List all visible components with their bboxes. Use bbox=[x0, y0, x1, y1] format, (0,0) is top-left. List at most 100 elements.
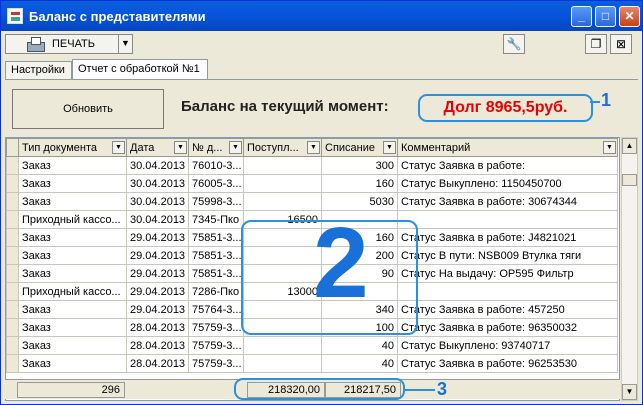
row-indicator[interactable] bbox=[6, 210, 19, 229]
tab-settings[interactable]: Настройки bbox=[5, 61, 72, 79]
date-cell[interactable]: 29.04.2013 bbox=[126, 246, 189, 265]
doc-number-cell[interactable]: 75998-3... bbox=[188, 192, 244, 211]
column-header[interactable]: Тип документа ▼ bbox=[18, 138, 127, 157]
doc-type-cell[interactable]: Заказ bbox=[18, 336, 127, 355]
expense-cell[interactable]: 40 bbox=[321, 354, 398, 373]
comment-cell[interactable]: Статус Выкуплено: 1150450700 bbox=[397, 174, 618, 193]
minimize-button[interactable]: _ bbox=[571, 6, 592, 27]
doc-number-cell[interactable]: 75759-3... bbox=[188, 354, 244, 373]
close-window-icon[interactable]: ⊠ bbox=[610, 34, 632, 54]
row-indicator[interactable] bbox=[6, 336, 19, 355]
annotation-connector-1 bbox=[590, 101, 600, 103]
table-row[interactable]: Заказ 30.04.2013 76005-3... 160 Статус Выкуп… bbox=[6, 174, 618, 193]
doc-type-cell[interactable]: Заказ bbox=[18, 318, 127, 337]
row-indicator[interactable] bbox=[6, 228, 19, 247]
tab-report[interactable]: Отчет с обработкой №1 bbox=[72, 59, 208, 79]
doc-number-cell[interactable]: 7345-Пко bbox=[188, 210, 244, 229]
scroll-down-icon[interactable]: ▼ bbox=[622, 384, 637, 400]
row-indicator[interactable] bbox=[6, 264, 19, 283]
dropdown-icon: ▼ bbox=[229, 141, 242, 154]
dropdown-icon: ▼ bbox=[307, 141, 320, 154]
close-button[interactable]: ✕ bbox=[619, 6, 640, 27]
table-row[interactable]: Заказ 28.04.2013 75759-3... 40 Статус Заявка… bbox=[6, 354, 618, 373]
row-indicator[interactable] bbox=[6, 156, 19, 175]
comment-cell[interactable]: Статус Выкуплено: 93740717 bbox=[397, 336, 618, 355]
doc-type-cell[interactable]: Приходный кассо... bbox=[18, 282, 127, 301]
date-cell[interactable]: 29.04.2013 bbox=[126, 300, 189, 319]
doc-type-cell[interactable]: Заказ bbox=[18, 264, 127, 283]
scroll-up-icon[interactable]: ▲ bbox=[622, 138, 637, 154]
income-cell[interactable] bbox=[243, 354, 322, 373]
comment-cell[interactable]: Статус На выдачу: OP595 Фильтр bbox=[397, 264, 618, 283]
print-button[interactable]: ПЕЧАТЬ ▼ bbox=[5, 34, 133, 54]
date-cell[interactable]: 28.04.2013 bbox=[126, 318, 189, 337]
settings-tool-icon[interactable]: 🔧 bbox=[503, 34, 525, 54]
row-indicator[interactable] bbox=[6, 300, 19, 319]
date-cell[interactable]: 30.04.2013 bbox=[126, 174, 189, 193]
date-cell[interactable]: 29.04.2013 bbox=[126, 264, 189, 283]
income-cell[interactable] bbox=[243, 174, 322, 193]
table-row[interactable]: Заказ 30.04.2013 75998-3... 5030 Статус Заяв… bbox=[6, 192, 618, 211]
date-cell[interactable]: 30.04.2013 bbox=[126, 210, 189, 229]
column-header[interactable]: Комментарий ▼ bbox=[397, 138, 618, 157]
refresh-button[interactable]: Обновить bbox=[12, 89, 164, 129]
date-cell[interactable]: 29.04.2013 bbox=[126, 228, 189, 247]
comment-cell[interactable]: Статус Заявка в работе: 30674344 bbox=[397, 192, 618, 211]
comment-cell[interactable] bbox=[397, 210, 618, 229]
doc-number-cell[interactable]: 75851-3... bbox=[188, 264, 244, 283]
comment-cell[interactable]: Статус Заявка в работе: 96253530 bbox=[397, 354, 618, 373]
doc-number-cell[interactable]: 76005-3... bbox=[188, 174, 244, 193]
row-indicator[interactable] bbox=[6, 282, 19, 301]
row-indicator[interactable] bbox=[6, 354, 19, 373]
column-header[interactable]: Дата ▼ bbox=[126, 138, 189, 157]
date-cell[interactable]: 30.04.2013 bbox=[126, 156, 189, 175]
doc-number-cell[interactable]: 7286-Пко bbox=[188, 282, 244, 301]
vertical-scrollbar[interactable]: ▲ ▼ bbox=[621, 137, 638, 401]
expense-cell[interactable]: 160 bbox=[321, 174, 398, 193]
doc-type-cell[interactable]: Заказ bbox=[18, 174, 127, 193]
scroll-thumb[interactable] bbox=[622, 174, 637, 186]
comment-cell[interactable]: Статус Заявка в работе: 96350032 bbox=[397, 318, 618, 337]
doc-number-cell[interactable]: 76010-3... bbox=[188, 156, 244, 175]
date-cell[interactable]: 30.04.2013 bbox=[126, 192, 189, 211]
title-bar[interactable]: Баланс с представителями _ □ ✕ bbox=[1, 1, 642, 31]
row-indicator[interactable] bbox=[6, 318, 19, 337]
row-indicator[interactable] bbox=[6, 246, 19, 265]
expense-cell[interactable]: 40 bbox=[321, 336, 398, 355]
expense-cell[interactable]: 300 bbox=[321, 156, 398, 175]
print-dropdown-arrow[interactable]: ▼ bbox=[118, 35, 132, 53]
doc-type-cell[interactable]: Заказ bbox=[18, 156, 127, 175]
comment-cell[interactable]: Статус Заявка в работе: J4821021 bbox=[397, 228, 618, 247]
copy-window-icon[interactable]: ❐ bbox=[585, 34, 607, 54]
date-cell[interactable]: 28.04.2013 bbox=[126, 336, 189, 355]
date-cell[interactable]: 29.04.2013 bbox=[126, 282, 189, 301]
toolbar: ПЕЧАТЬ ▼ 🔧 ❐ ⊠ bbox=[5, 34, 638, 54]
comment-cell[interactable]: Статус Заявка в работе: bbox=[397, 156, 618, 175]
doc-number-cell[interactable]: 75759-3... bbox=[188, 318, 244, 337]
row-indicator[interactable] bbox=[6, 174, 19, 193]
doc-number-cell[interactable]: 75851-3... bbox=[188, 228, 244, 247]
doc-type-cell[interactable]: Приходный кассо... bbox=[18, 210, 127, 229]
table-row[interactable]: Заказ 30.04.2013 76010-3... 300 Статус Заявк… bbox=[6, 156, 618, 175]
doc-type-cell[interactable]: Заказ bbox=[18, 246, 127, 265]
maximize-button[interactable]: □ bbox=[595, 6, 616, 27]
income-cell[interactable] bbox=[243, 156, 322, 175]
income-cell[interactable] bbox=[243, 336, 322, 355]
comment-cell[interactable] bbox=[397, 282, 618, 301]
doc-number-cell[interactable]: 75759-3... bbox=[188, 336, 244, 355]
doc-type-cell[interactable]: Заказ bbox=[18, 354, 127, 373]
date-cell[interactable]: 28.04.2013 bbox=[126, 354, 189, 373]
table-row[interactable]: Заказ 28.04.2013 75759-3... 40 Статус Выкупл… bbox=[6, 336, 618, 355]
column-header[interactable]: Списание ▼ bbox=[321, 138, 398, 157]
row-indicator[interactable] bbox=[6, 192, 19, 211]
column-header[interactable]: № д... ▼ bbox=[188, 138, 244, 157]
doc-type-cell[interactable]: Заказ bbox=[18, 228, 127, 247]
comment-cell[interactable]: Статус Заявка в работе: 457250 bbox=[397, 300, 618, 319]
doc-type-cell[interactable]: Заказ bbox=[18, 300, 127, 319]
doc-type-cell[interactable]: Заказ bbox=[18, 192, 127, 211]
doc-number-cell[interactable]: 75851-3... bbox=[188, 246, 244, 265]
doc-number-cell[interactable]: 75764-3... bbox=[188, 300, 244, 319]
column-header[interactable]: Поступл... ▼ bbox=[243, 138, 322, 157]
comment-cell[interactable]: Статус В пути: NSB009 Втулка тяги bbox=[397, 246, 618, 265]
income-cell[interactable] bbox=[243, 192, 322, 211]
